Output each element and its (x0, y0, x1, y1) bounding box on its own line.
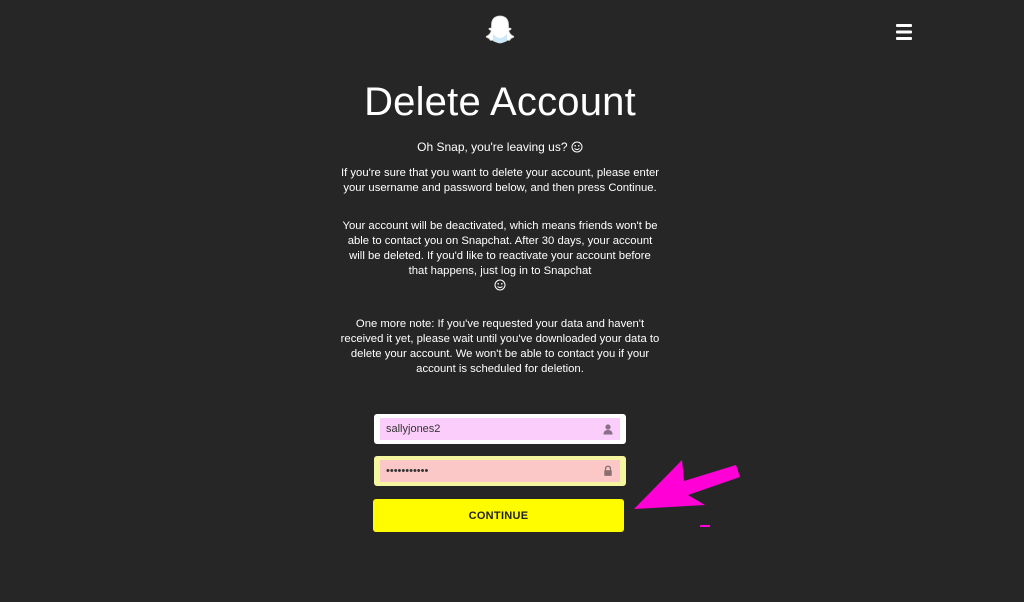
pointer-arrow-icon (634, 460, 740, 527)
page-title: Delete Account (364, 80, 636, 124)
lock-icon (604, 465, 612, 476)
password-input[interactable] (386, 460, 586, 482)
username-field-background (380, 418, 620, 440)
data-note-paragraph: One more note: If you've requested your … (340, 318, 660, 375)
continue-button[interactable]: CONTINUE (373, 499, 624, 532)
username-input[interactable] (386, 418, 586, 440)
hamburger-menu-icon (896, 24, 912, 40)
password-field[interactable] (374, 456, 626, 486)
menu-button[interactable] (893, 21, 917, 43)
subtitle-text: Oh Snap, you're leaving us? (417, 140, 568, 154)
deactivation-paragraph: Your account will be deactivated, which … (340, 219, 660, 294)
delete-account-page: Delete Account Oh Snap, you're leaving u… (0, 0, 1024, 602)
user-icon (603, 424, 613, 435)
username-field[interactable] (374, 414, 626, 444)
deactivation-text: Your account will be deactivated, which … (342, 220, 658, 277)
subtitle: Oh Snap, you're leaving us? (340, 140, 660, 154)
main-content: Delete Account Oh Snap, you're leaving u… (340, 78, 660, 377)
face-emoji-icon (571, 141, 583, 153)
snapchat-ghost-icon[interactable] (485, 14, 515, 46)
instructions-paragraph: If you're sure that you want to delete y… (340, 167, 660, 194)
password-field-background (380, 460, 620, 482)
face-emoji-icon (494, 279, 506, 291)
